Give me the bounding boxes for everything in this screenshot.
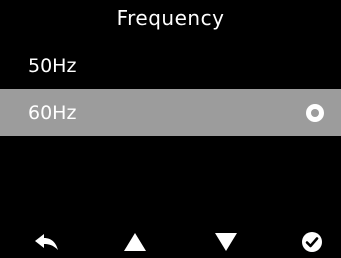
option-60hz[interactable]: 60Hz xyxy=(0,89,341,136)
option-label: 50Hz xyxy=(28,54,77,77)
down-triangle-icon xyxy=(215,233,237,251)
up-button[interactable] xyxy=(121,230,149,254)
frequency-option-list: 50Hz 60Hz xyxy=(0,42,341,136)
option-50hz[interactable]: 50Hz xyxy=(0,42,341,89)
back-button[interactable] xyxy=(33,230,61,254)
option-label: 60Hz xyxy=(28,101,77,124)
confirm-button[interactable] xyxy=(298,230,326,254)
up-triangle-icon xyxy=(124,233,146,251)
frequency-screen: Frequency 50Hz 60Hz xyxy=(0,0,341,258)
down-button[interactable] xyxy=(212,230,240,254)
softkey-bar xyxy=(0,226,341,256)
confirm-check-icon xyxy=(302,232,322,252)
radio-selected-icon xyxy=(306,103,324,122)
page-title: Frequency xyxy=(116,6,225,30)
back-arrow-icon xyxy=(35,234,58,250)
